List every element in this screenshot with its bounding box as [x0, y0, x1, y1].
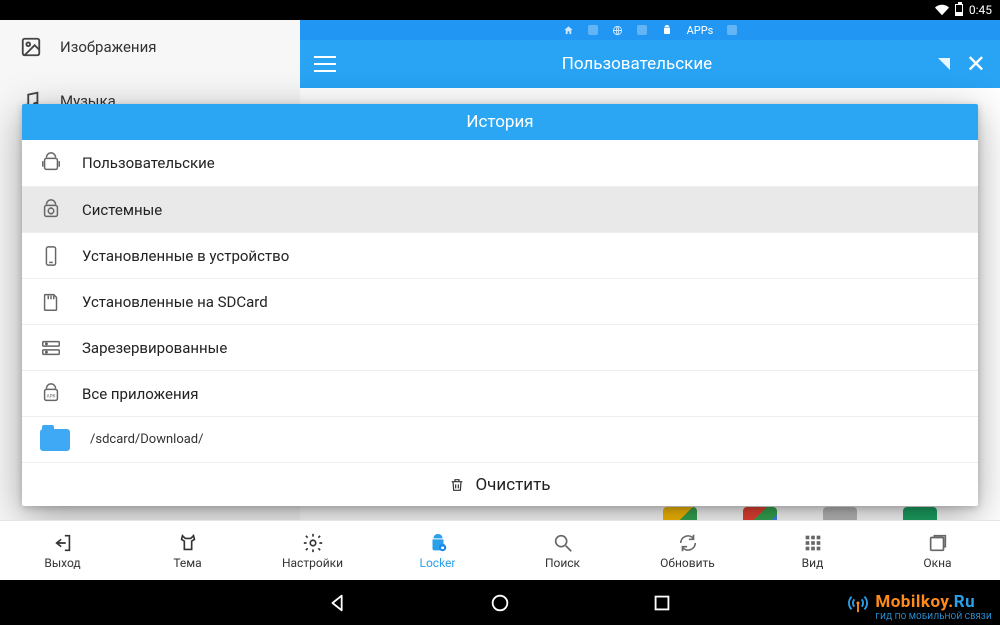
history-list: Пользовательские Системные Установленные…: [22, 140, 978, 462]
sidebar-item-label: Изображения: [60, 38, 156, 56]
gear-icon: [302, 532, 324, 554]
appbar-title: Пользовательские: [352, 54, 922, 74]
android-navbar: Mobilkoy.Ru ГИД ПО МОБИЛЬНОЙ СВЯЗИ: [0, 580, 1000, 625]
history-item-label: Пользовательские: [82, 154, 215, 172]
android-user-icon: [40, 152, 62, 174]
home-button[interactable]: [489, 592, 511, 614]
toolbar-theme[interactable]: Тема: [125, 521, 250, 580]
history-dialog: История Пользовательские Системные Устан…: [22, 104, 978, 506]
toolbar-exit[interactable]: Выход: [0, 521, 125, 580]
history-path-text: /sdcard/Download/: [90, 432, 204, 447]
grid-icon: [802, 532, 824, 554]
crumb-chip-icon: [588, 25, 598, 35]
breadcrumb-bar: APPs: [300, 20, 1000, 40]
app-bar: Пользовательские ✕: [300, 40, 1000, 88]
bottom-toolbar: Выход Тема Настройки Locker Поиск Обнови…: [0, 520, 1000, 580]
history-item-label: Установленные на SDCard: [82, 293, 268, 311]
toolbar-label: Выход: [44, 556, 80, 570]
expand-icon[interactable]: [938, 58, 950, 70]
folder-icon: [40, 429, 70, 451]
history-item-sdcard-apps[interactable]: Установленные на SDCard: [22, 278, 978, 324]
toolbar-refresh[interactable]: Обновить: [625, 521, 750, 580]
history-item-label: Установленные в устройство: [82, 247, 289, 265]
android-statusbar: 0:45: [0, 0, 1000, 20]
refresh-icon: [677, 532, 699, 554]
close-icon[interactable]: ✕: [966, 52, 986, 76]
battery-icon: [955, 4, 963, 16]
recent-button[interactable]: [651, 592, 673, 614]
sdcard-icon: [40, 291, 62, 313]
search-icon: [552, 532, 574, 554]
svg-text:APK: APK: [47, 393, 56, 399]
toolbar-windows[interactable]: Окна: [875, 521, 1000, 580]
brand-suffix: Ru: [954, 592, 975, 612]
toolbar-label: Вид: [802, 556, 824, 570]
toolbar-label: Тема: [173, 556, 201, 570]
brand-name: Mobilkoy.: [875, 592, 953, 612]
toolbar-locker[interactable]: Locker: [375, 521, 500, 580]
backup-icon: [40, 337, 62, 359]
history-item-path[interactable]: /sdcard/Download/: [22, 416, 978, 462]
history-item-backup-apps[interactable]: Зарезервированные: [22, 324, 978, 370]
clear-history-button[interactable]: Очистить: [22, 462, 978, 506]
menu-icon[interactable]: [314, 56, 336, 72]
toolbar-view[interactable]: Вид: [750, 521, 875, 580]
toolbar-label: Обновить: [660, 556, 715, 570]
antenna-icon: [847, 592, 869, 614]
brand-tagline: ГИД ПО МОБИЛЬНОЙ СВЯЗИ: [875, 612, 992, 621]
history-item-system-apps[interactable]: Системные: [22, 186, 978, 232]
phone-storage-icon: [40, 245, 62, 267]
toolbar-settings[interactable]: Настройки: [250, 521, 375, 580]
toolbar-label: Окна: [923, 556, 951, 570]
history-item-device-apps[interactable]: Установленные в устройство: [22, 232, 978, 278]
history-item-all-apps[interactable]: APK Все приложения: [22, 370, 978, 416]
clock: 0:45: [969, 3, 992, 17]
android-system-icon: [40, 199, 62, 221]
dialog-title: История: [22, 104, 978, 140]
home-icon[interactable]: [563, 25, 574, 36]
wifi-icon: [935, 3, 949, 17]
windows-icon: [927, 532, 949, 554]
sidebar-item-images[interactable]: Изображения: [0, 20, 300, 74]
breadcrumb-label: APPs: [687, 24, 714, 37]
clear-label: Очистить: [475, 475, 550, 495]
toolbar-label: Locker: [420, 556, 456, 570]
image-icon: [20, 36, 42, 58]
history-item-user-apps[interactable]: Пользовательские: [22, 140, 978, 186]
history-item-label: Зарезервированные: [82, 339, 227, 357]
back-button[interactable]: [327, 592, 349, 614]
android-icon: [661, 24, 673, 36]
crumb-chip-icon: [637, 25, 647, 35]
history-item-label: Все приложения: [82, 385, 199, 403]
exit-icon: [52, 532, 74, 554]
apk-icon: APK: [40, 383, 62, 405]
trash-icon: [449, 476, 465, 494]
locker-icon: [427, 532, 449, 554]
toolbar-label: Настройки: [282, 556, 343, 570]
watermark: Mobilkoy.Ru ГИД ПО МОБИЛЬНОЙ СВЯЗИ: [875, 592, 992, 621]
history-item-label: Системные: [82, 201, 162, 219]
toolbar-label: Поиск: [545, 556, 580, 570]
globe-icon[interactable]: [612, 25, 623, 36]
theme-icon: [177, 532, 199, 554]
crumb-chip-icon: [727, 25, 737, 35]
toolbar-search[interactable]: Поиск: [500, 521, 625, 580]
